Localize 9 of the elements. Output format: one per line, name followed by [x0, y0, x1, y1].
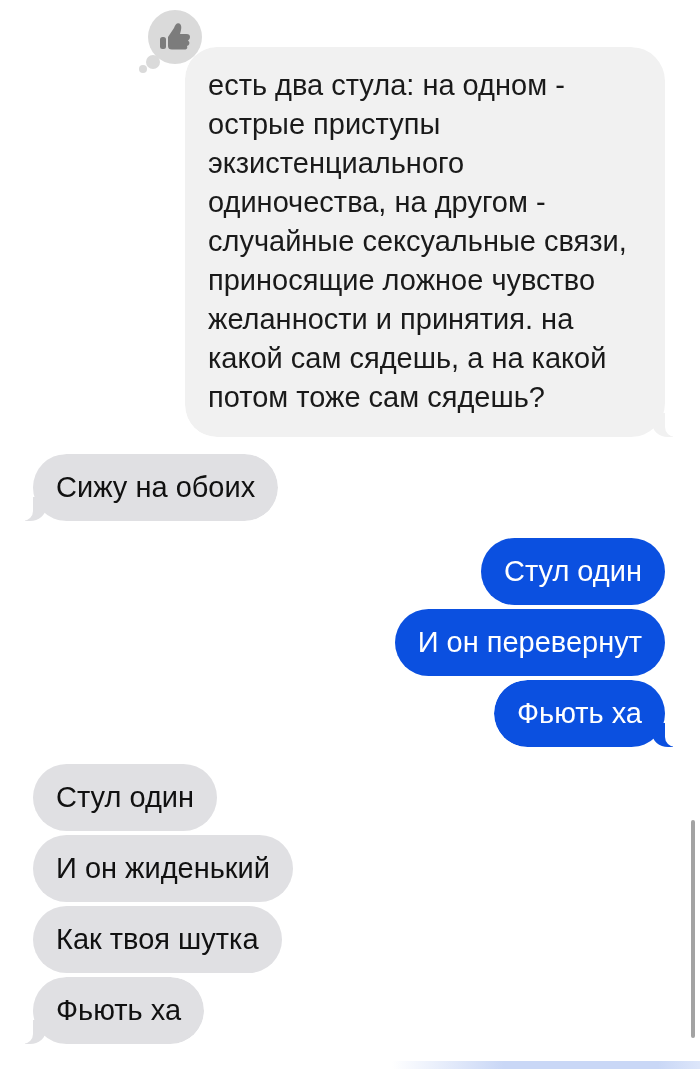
message-bubble: И он перевернут	[394, 609, 665, 676]
message-bubble: Стул один	[480, 538, 665, 605]
message-bubble: Стул один	[33, 764, 218, 831]
message-bubble: есть два стула: на одном - острые приступы экзистенциального одиночества, на другом - случайные сексуальные связи, приносящие ложное чувство желанности и принятия. на какой сам сядешь, а на какой потом тоже сам сядешь?	[185, 47, 675, 437]
message-bubble: Как твоя шутка	[33, 906, 282, 973]
message-bubble: И он жиденький	[33, 835, 293, 902]
message-bubble: Фьють ха	[23, 977, 205, 1044]
message-bubble: Фьють ха	[493, 680, 675, 747]
message-bubble: Сижу на обоих	[23, 454, 279, 521]
